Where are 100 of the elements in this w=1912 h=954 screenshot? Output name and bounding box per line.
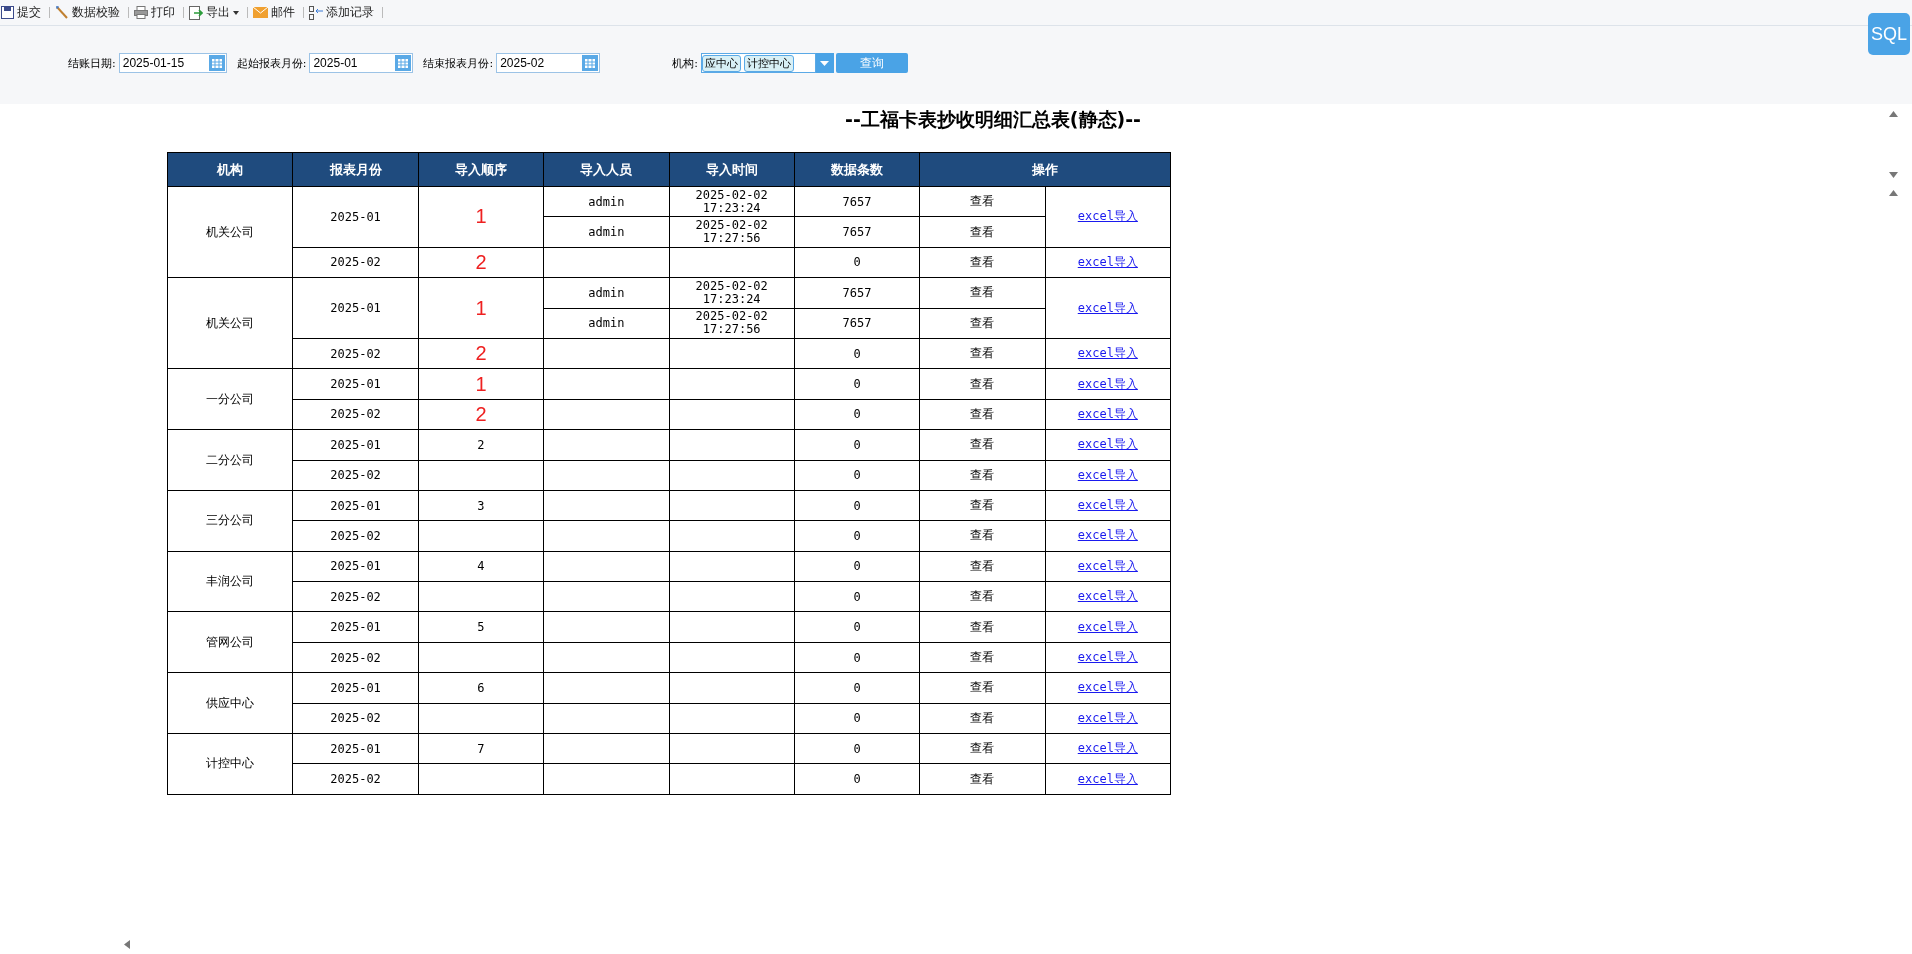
scroll-up-icon (1889, 190, 1898, 196)
column-header: 导入时间 (669, 152, 795, 187)
date-field[interactable]: 2025-02 (496, 53, 601, 73)
report-title: --工福卡表抄收明细汇总表(静态)-- (844, 107, 1142, 132)
table-cell: 0 (794, 672, 920, 704)
view-link[interactable]: 查看 (919, 520, 1046, 552)
view-link[interactable]: 查看 (919, 368, 1046, 400)
toolbar-button[interactable]: 提交 (0, 4, 45, 21)
table-cell: 2025-01 (292, 733, 419, 764)
view-link[interactable]: 查看 (919, 703, 1046, 734)
table-cell: 0 (794, 247, 920, 278)
view-link[interactable]: 查看 (919, 186, 1046, 217)
view-link[interactable]: 查看 (919, 642, 1046, 673)
view-link[interactable]: 查看 (919, 551, 1046, 582)
table-cell: 2025-01 (292, 490, 419, 521)
column-header: 机构 (167, 152, 293, 187)
table-cell: 2025-02-02 17:23:24 (669, 186, 795, 217)
filter-label: 起始报表月份: (236, 55, 307, 71)
table-cell: 2025-02 (292, 338, 419, 369)
table-cell: admin (543, 186, 669, 217)
calendar-icon (208, 55, 225, 71)
excel-import-link[interactable]: excel导入 (1077, 300, 1138, 315)
table-cell: 0 (794, 490, 920, 521)
table-cell: 2025-01 (292, 429, 419, 460)
table-cell: 2025-02 (292, 581, 419, 612)
view-link[interactable]: 查看 (919, 460, 1046, 491)
handwritten-number: 2 (475, 402, 487, 425)
date-field[interactable]: 2025-01-15 (118, 53, 227, 73)
date-field[interactable]: 2025-01 (309, 53, 414, 73)
org-select[interactable]: 应中心 计控中心 (700, 53, 816, 73)
table-cell: 7657 (794, 308, 920, 339)
order-number: 5 (477, 620, 485, 635)
view-link[interactable]: 查看 (919, 338, 1046, 369)
table-cell: 2025-02-02 17:27:56 (669, 308, 795, 339)
view-link[interactable]: 查看 (919, 247, 1046, 278)
table-cell: 0 (794, 460, 920, 491)
view-link[interactable]: 查看 (919, 672, 1046, 704)
excel-import-link[interactable]: excel导入 (1077, 209, 1138, 224)
toolbar-button[interactable]: 邮件 (252, 4, 299, 21)
view-link[interactable]: 查看 (919, 399, 1046, 430)
table-cell: 0 (794, 703, 920, 734)
view-link[interactable]: 查看 (919, 763, 1046, 795)
toolbar-button[interactable]: 打印 (133, 4, 179, 21)
scroll-down-icon (1889, 172, 1898, 178)
caret-icon (820, 60, 830, 66)
view-link[interactable]: 查看 (919, 490, 1046, 521)
table-cell: admin (543, 277, 669, 309)
order-number: 4 (477, 559, 485, 574)
toolbar-button[interactable]: 添加记录 (308, 4, 378, 21)
handwritten-number: 1 (475, 205, 487, 228)
add-record-icon (309, 5, 323, 20)
table-cell: 2025-02 (292, 520, 419, 552)
table-cell: 0 (794, 551, 920, 582)
view-link[interactable]: 查看 (919, 581, 1046, 612)
scroll-left-icon (124, 940, 130, 949)
table-cell: 0 (794, 399, 920, 430)
table-cell: 2025-01 (292, 672, 419, 704)
table-cell: 0 (794, 338, 920, 369)
table-cell: 2025-02 (292, 642, 419, 673)
table-cell: 0 (794, 520, 920, 552)
table-cell: 2025-02-02 17:23:24 (669, 277, 795, 309)
table-cell: 计控中心 (167, 733, 293, 795)
handwritten-number: 1 (475, 296, 487, 319)
calendar-icon (582, 55, 599, 71)
table-cell: 0 (794, 581, 920, 612)
order-number: 3 (477, 498, 485, 513)
table-cell: 管网公司 (167, 611, 293, 673)
view-link[interactable]: 查看 (919, 733, 1046, 764)
table-cell: 2025-01 (292, 611, 419, 643)
filter-label: 机构: (672, 55, 698, 71)
filter-label: 结束报表月份: (423, 55, 494, 71)
table-cell: 2025-02 (292, 247, 419, 278)
table-cell: 丰润公司 (167, 551, 293, 612)
table-cell: 2025-02 (292, 703, 419, 734)
table-cell: 2025-01 (292, 551, 419, 582)
table-cell: 2025-02 (292, 460, 419, 491)
table-cell: 2025-01 (292, 368, 419, 400)
table-cell: 一分公司 (167, 368, 293, 430)
export-icon (189, 5, 203, 20)
view-link[interactable]: 查看 (919, 611, 1046, 643)
table-cell: 2025-02 (292, 763, 419, 795)
toolbar-button[interactable]: 导出 (188, 4, 243, 21)
table-cell: 7657 (794, 216, 920, 248)
handwritten-number: 1 (475, 372, 487, 395)
order-number: 7 (477, 741, 485, 756)
table-cell: 三分公司 (167, 490, 293, 552)
printer-icon (134, 6, 148, 19)
table-cell: admin (543, 308, 669, 339)
table-cell: 机关公司 (167, 186, 293, 278)
column-header: 操作 (919, 152, 1171, 187)
order-number: 2 (477, 437, 485, 452)
view-link[interactable]: 查看 (919, 277, 1046, 309)
view-link[interactable]: 查看 (919, 429, 1046, 460)
handwritten-number: 2 (475, 250, 487, 273)
table-cell: 2025-02 (292, 399, 419, 430)
table-cell: 2025-02-02 17:27:56 (669, 216, 795, 248)
mail-icon (253, 7, 268, 18)
table-cell: 7657 (794, 277, 920, 309)
toolbar-button[interactable]: 数据校验 (54, 4, 124, 21)
column-header: 导入顺序 (418, 152, 544, 187)
